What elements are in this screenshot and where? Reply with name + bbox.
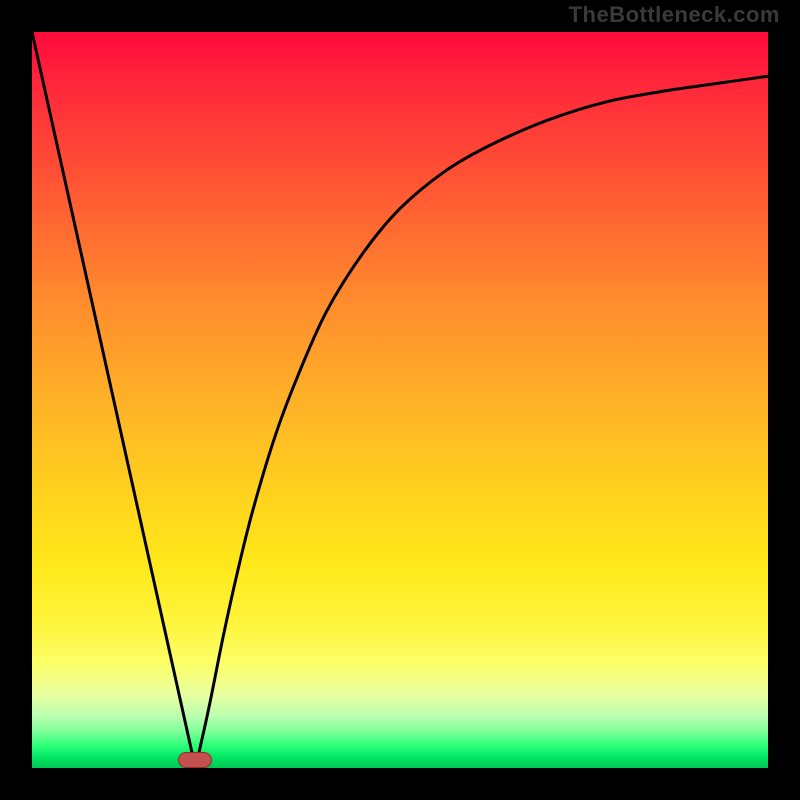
curve-svg [32, 32, 768, 768]
optimum-marker [178, 752, 212, 768]
plot-area [32, 32, 768, 768]
chart-frame: TheBottleneck.com [0, 0, 800, 800]
bottleneck-curve [32, 32, 768, 768]
watermark-text: TheBottleneck.com [569, 2, 780, 28]
